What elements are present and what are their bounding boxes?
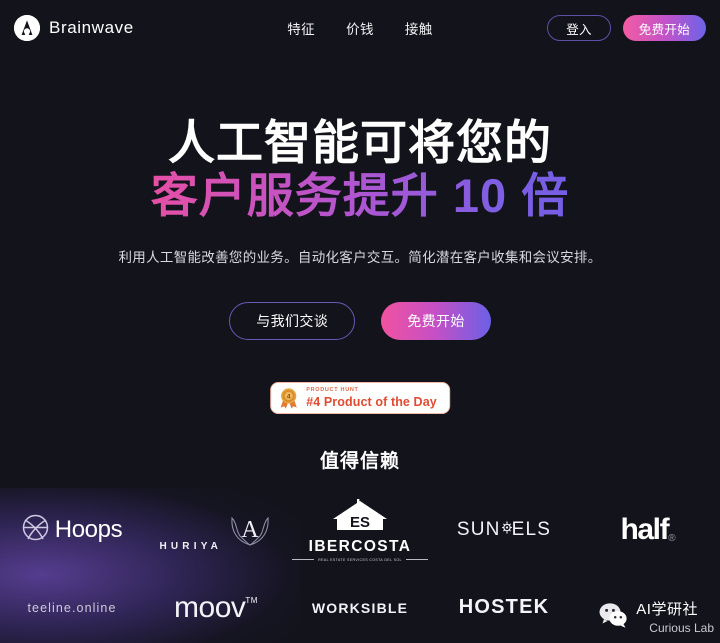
logo-item-hostek[interactable]: HOSTEK (432, 572, 576, 643)
nav-item-pricing[interactable]: 价钱 (346, 18, 374, 38)
logo-label: teeline.online (27, 600, 117, 615)
get-started-free-button[interactable]: 免费开始 (381, 302, 491, 341)
medal-number: 4 (287, 393, 291, 400)
gear-icon (501, 519, 512, 541)
logo-label: WORKSIBLE (311, 599, 409, 616)
hero-cta-row: 与我们交谈 免费开始 (0, 302, 720, 341)
headline-line-2: 客户服务提升 10 倍 (0, 169, 720, 222)
svg-text:ES: ES (350, 514, 370, 531)
logo-tagline: REAL ESTATE SERVICES COSTA DEL SOL (288, 558, 432, 562)
logo-item-huriya[interactable]: HURIYA A (144, 488, 288, 572)
logo-label: HURIYA (159, 540, 223, 552)
house-icon: ES (329, 498, 391, 537)
login-button[interactable]: 登入 (547, 15, 611, 41)
brand-name: Brainwave (49, 18, 134, 37)
logo-label: IBERCOSTA (308, 537, 412, 555)
client-logo-grid: Hoops HURIYA A ES IBERCOSTA REAL ESTATE … (0, 488, 720, 643)
nav-item-contact[interactable]: 接触 (405, 18, 433, 38)
logo-label: moov (174, 590, 246, 624)
logo-item-empty (576, 572, 720, 643)
laurel-wreath-icon: A (227, 516, 273, 553)
page-title: 人工智能可将您的 客户服务提升 10 倍 (0, 116, 720, 222)
site-header: Brainwave 特征 价钱 接触 登入 免费开始 (0, 0, 720, 56)
logo-mark: ® (668, 533, 676, 544)
logo-item-hoops[interactable]: Hoops (0, 488, 144, 572)
logo-mark: TM (245, 595, 258, 605)
product-hunt-badge[interactable]: 4 PRODUCT HUNT #4 Product of the Day (270, 382, 450, 414)
logo-label: half (620, 513, 669, 546)
trusted-section-title: 值得信赖 (319, 451, 400, 472)
page-root: Brainwave 特征 价钱 接触 登入 免费开始 人工智能可将您的 客户服务… (0, 0, 720, 643)
award-medal-icon: 4 (279, 387, 298, 409)
logo-label: SUN (456, 519, 501, 540)
product-hunt-kicker: PRODUCT HUNT (306, 386, 359, 393)
logo-label: Hoops (54, 516, 123, 543)
signup-button[interactable]: 免费开始 (622, 15, 706, 41)
brainwave-circle-logo-icon (14, 15, 40, 41)
client-logos-section: Hoops HURIYA A ES IBERCOSTA REAL ESTATE … (0, 488, 720, 643)
logo-item-teeline[interactable]: teeline.online (0, 572, 144, 643)
logo-item-ibercosta[interactable]: ES IBERCOSTA REAL ESTATE SERVICES COSTA … (288, 488, 432, 572)
product-hunt-text: PRODUCT HUNT #4 Product of the Day (306, 386, 437, 409)
basketball-icon (22, 514, 49, 546)
logo-item-sunhels[interactable]: SUN ELS (432, 488, 576, 572)
logo-label: HOSTEK (458, 596, 550, 618)
hero-section: 人工智能可将您的 客户服务提升 10 倍 利用人工智能改善您的业务。自动化客户交… (0, 56, 720, 424)
logo-item-moov[interactable]: moovTM (144, 572, 288, 643)
nav-item-features[interactable]: 特征 (287, 18, 315, 38)
logo-item-worksible[interactable]: WORKSIBLE (288, 572, 432, 643)
brand-logo[interactable]: Brainwave (14, 15, 134, 41)
header-actions: 登入 免费开始 (547, 15, 706, 41)
svg-text:A: A (241, 517, 259, 543)
headline-line-1: 人工智能可将您的 (168, 116, 552, 169)
talk-to-us-button[interactable]: 与我们交谈 (229, 302, 356, 341)
logo-item-half[interactable]: half® (576, 488, 720, 572)
product-hunt-title: #4 Product of the Day (306, 395, 437, 409)
hero-subtitle: 利用人工智能改善您的业务。自动化客户交互。简化潜在客户收集和会议安排。 (118, 250, 602, 266)
